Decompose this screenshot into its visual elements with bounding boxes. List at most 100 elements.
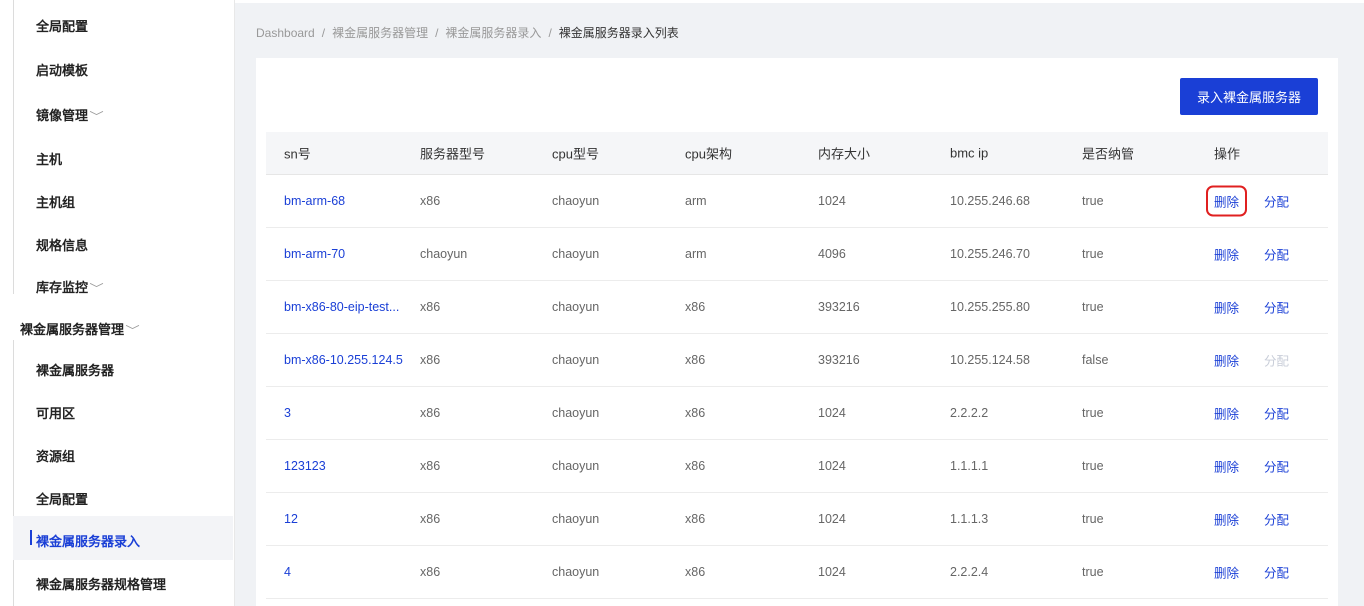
- chevron-down-icon: ﹀: [89, 283, 104, 295]
- cpu-arch-cell: arm: [685, 247, 707, 261]
- sn-link[interactable]: 4: [284, 565, 412, 579]
- table-row: bm-x86-10.255.124.5 x86 chaoyun x86 3932…: [266, 334, 1328, 387]
- breadcrumb-separator: /: [435, 26, 439, 40]
- column-header-bmc-ip: bmc ip: [950, 145, 989, 161]
- delete-button[interactable]: 删除: [1214, 563, 1239, 582]
- assign-button[interactable]: 分配: [1264, 245, 1289, 264]
- managed-cell: true: [1082, 406, 1104, 420]
- sidebar-item-inventory-monitor[interactable]: 库存监控﹀: [36, 277, 104, 296]
- column-header-cpu-model: cpu型号: [552, 146, 599, 162]
- managed-cell: false: [1082, 353, 1109, 367]
- server-model-cell: x86: [420, 194, 441, 208]
- column-header-managed: 是否纳管: [1082, 146, 1135, 162]
- delete-button[interactable]: 删除: [1205, 185, 1248, 217]
- sidebar-tree-line: [13, 0, 14, 294]
- server-model-cell: chaoyun: [420, 247, 468, 261]
- sn-link[interactable]: bm-arm-70: [284, 247, 412, 261]
- sn-link[interactable]: bm-x86-80-eip-test...: [284, 300, 412, 314]
- delete-button[interactable]: 删除: [1214, 510, 1239, 529]
- sidebar-active-indicator: [30, 530, 32, 545]
- sidebar-item-global-config-2[interactable]: 全局配置: [36, 489, 88, 508]
- sidebar-item-bare-metal-spec-management[interactable]: 裸金属服务器规格管理: [36, 574, 166, 593]
- cpu-model-cell: chaoyun: [552, 565, 600, 579]
- managed-cell: true: [1082, 247, 1104, 261]
- sidebar-item-resource-group[interactable]: 资源组: [36, 446, 75, 465]
- table-row: 4 x86 chaoyun x86 1024 2.2.2.4 true 删除 分…: [266, 546, 1328, 599]
- breadcrumb-dashboard[interactable]: Dashboard: [256, 26, 315, 40]
- breadcrumb-current: 裸金属服务器录入列表: [558, 26, 679, 40]
- sidebar-item-spec-info[interactable]: 规格信息: [36, 235, 88, 254]
- assign-button[interactable]: 分配: [1264, 298, 1289, 317]
- assign-button[interactable]: 分配: [1264, 404, 1289, 423]
- sidebar-item-image-management[interactable]: 镜像管理﹀: [36, 105, 104, 124]
- column-header-sn: sn号: [284, 146, 311, 162]
- breadcrumb-separator: /: [321, 26, 326, 40]
- table-row: 12 x86 chaoyun x86 1024 1.1.1.3 true 删除 …: [266, 493, 1328, 546]
- server-model-cell: x86: [420, 353, 441, 367]
- sidebar-tree-line: [13, 340, 14, 606]
- cpu-model-cell: chaoyun: [552, 512, 600, 526]
- delete-button[interactable]: 删除: [1214, 351, 1239, 370]
- cpu-model-cell: chaoyun: [552, 353, 600, 367]
- column-header-memory: 内存大小: [818, 146, 871, 162]
- column-header-actions: 操作: [1214, 146, 1241, 162]
- sn-link[interactable]: 3: [284, 406, 412, 420]
- breadcrumb-separator: /: [548, 26, 552, 40]
- sidebar-group-bare-metal-management[interactable]: 裸金属服务器管理﹀: [20, 319, 140, 338]
- sidebar-item-availability-zone[interactable]: 可用区: [36, 403, 75, 422]
- server-model-cell: x86: [420, 406, 441, 420]
- chevron-down-icon: ﹀: [125, 325, 140, 337]
- cpu-arch-cell: x86: [685, 512, 706, 526]
- delete-button[interactable]: 删除: [1214, 245, 1239, 264]
- bmc-ip-cell: 10.255.246.70: [950, 247, 1030, 261]
- column-header-cpu-arch: cpu架构: [685, 146, 732, 162]
- memory-cell: 393216: [818, 300, 860, 314]
- cpu-model-cell: chaoyun: [552, 247, 600, 261]
- managed-cell: true: [1082, 512, 1104, 526]
- assign-button[interactable]: 分配: [1264, 563, 1289, 582]
- sn-link[interactable]: 12: [284, 512, 412, 526]
- bmc-ip-cell: 10.255.124.58: [950, 353, 1030, 367]
- cpu-arch-cell: x86: [685, 459, 706, 473]
- bmc-ip-cell: 1.1.1.3: [950, 512, 989, 526]
- table-row: bm-arm-68 x86 chaoyun arm 1024 10.255.24…: [266, 175, 1328, 228]
- cpu-model-cell: chaoyun: [552, 300, 600, 314]
- cpu-arch-cell: x86: [685, 565, 706, 579]
- sidebar-item-host-group[interactable]: 主机组: [36, 192, 75, 211]
- breadcrumb: Dashboard / 裸金属服务器管理 / 裸金属服务器录入 / 裸金属服务器录入列表: [256, 24, 679, 41]
- sn-link[interactable]: bm-x86-10.255.124.5: [284, 353, 412, 367]
- managed-cell: true: [1082, 565, 1104, 579]
- breadcrumb-bare-metal-entry[interactable]: 裸金属服务器录入: [445, 26, 541, 40]
- sidebar-item-global-config[interactable]: 全局配置: [36, 16, 88, 35]
- sidebar-item-launch-template[interactable]: 启动模板: [36, 60, 88, 79]
- managed-cell: true: [1082, 300, 1104, 314]
- breadcrumb-bare-metal-management[interactable]: 裸金属服务器管理: [332, 26, 428, 40]
- add-bare-metal-server-button[interactable]: 录入裸金属服务器: [1180, 78, 1318, 115]
- managed-cell: true: [1082, 194, 1104, 208]
- column-header-server-model: 服务器型号: [420, 146, 486, 162]
- sidebar-item-bare-metal-entry[interactable]: 裸金属服务器录入: [36, 531, 140, 550]
- assign-button[interactable]: 分配: [1264, 192, 1289, 211]
- delete-button[interactable]: 删除: [1214, 404, 1239, 423]
- cpu-arch-cell: x86: [685, 300, 706, 314]
- sn-link[interactable]: 123123: [284, 459, 412, 473]
- sidebar: 全局配置 启动模板 镜像管理﹀ 主机 主机组 规格信息 库存监控﹀ 裸金属服务器…: [0, 0, 235, 606]
- sn-link[interactable]: bm-arm-68: [284, 194, 412, 208]
- table-row: 123123 x86 chaoyun x86 1024 1.1.1.1 true…: [266, 440, 1328, 493]
- bmc-ip-cell: 10.255.246.68: [950, 194, 1030, 208]
- bmc-ip-cell: 10.255.255.80: [950, 300, 1030, 314]
- managed-cell: true: [1082, 459, 1104, 473]
- memory-cell: 1024: [818, 194, 846, 208]
- memory-cell: 393216: [818, 353, 860, 367]
- cpu-arch-cell: x86: [685, 353, 706, 367]
- sidebar-item-bare-metal-server[interactable]: 裸金属服务器: [36, 360, 114, 379]
- memory-cell: 4096: [818, 247, 846, 261]
- delete-button[interactable]: 删除: [1214, 457, 1239, 476]
- assign-button[interactable]: 分配: [1264, 510, 1289, 529]
- cpu-model-cell: chaoyun: [552, 406, 600, 420]
- sidebar-item-host[interactable]: 主机: [36, 149, 62, 168]
- delete-button[interactable]: 删除: [1214, 298, 1239, 317]
- content-card: 录入裸金属服务器 sn号 服务器型号 cpu型号 cpu架构 内存大小 bmc …: [256, 58, 1338, 606]
- server-model-cell: x86: [420, 300, 441, 314]
- assign-button[interactable]: 分配: [1264, 457, 1289, 476]
